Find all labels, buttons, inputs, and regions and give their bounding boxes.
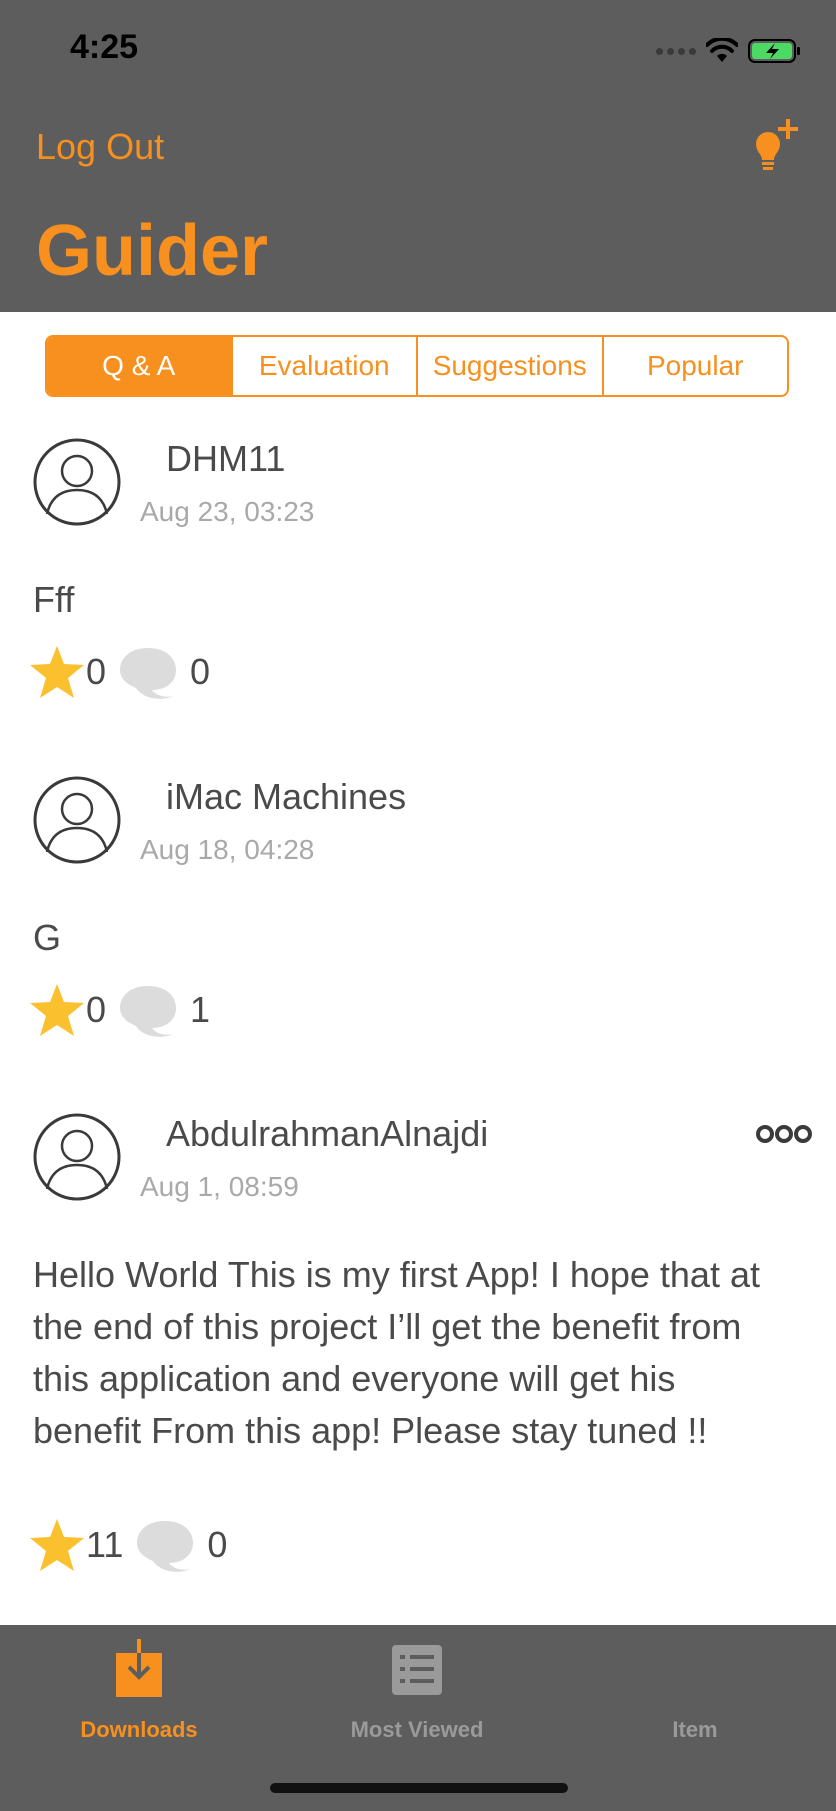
comment-icon[interactable] [116,982,180,1038]
star-count: 0 [86,989,107,1030]
segment-suggestions[interactable]: Suggestions [418,337,604,395]
avatar-icon[interactable] [33,1113,121,1201]
post-text: G [33,917,62,958]
add-idea-icon[interactable] [742,116,802,176]
tab-downloads[interactable]: Downloads [0,1625,278,1745]
download-icon [116,1639,162,1697]
segment-evaluation[interactable]: Evaluation [233,337,418,395]
more-options-icon[interactable] [756,1123,812,1145]
post-card[interactable]: iMac Machines Aug 18, 04:28 G 0 1 [0,776,836,1056]
comment-count: 0 [207,1524,228,1565]
tab-most-viewed[interactable]: Most Viewed [278,1625,556,1745]
list-icon [392,1645,442,1695]
avatar-icon[interactable] [33,776,121,864]
post-text: Hello World This is my first App! I hope… [33,1254,760,1451]
star-icon[interactable] [28,982,86,1038]
wifi-icon [706,38,738,62]
tab-downloads-label: Downloads [80,1717,198,1742]
post-card[interactable]: DHM11 Aug 23, 03:23 Fff 0 0 [0,438,836,718]
post-card[interactable]: AbdulrahmanAlnajdi Aug 1, 08:59 Hello Wo… [0,1113,836,1583]
star-icon[interactable] [28,644,86,700]
post-stats: 0 0 [28,642,210,702]
star-count: 0 [86,651,107,692]
post-text: Fff [33,579,75,620]
star-count: 11 [86,1524,124,1565]
home-indicator [270,1783,568,1793]
post-username[interactable]: AbdulrahmanAlnajdi [166,1113,488,1155]
post-username[interactable]: iMac Machines [166,776,406,818]
comment-icon[interactable] [133,1517,197,1573]
tab-most-viewed-label: Most Viewed [350,1717,484,1742]
post-date: Aug 23, 03:23 [140,496,315,527]
star-icon[interactable] [28,1517,86,1573]
segment-popular[interactable]: Popular [604,337,788,395]
status-time: 4:25 [70,28,139,66]
post-username[interactable]: DHM11 [166,438,285,480]
comment-count: 0 [190,651,211,692]
tab-item[interactable]: Item [556,1625,834,1745]
avatar-icon[interactable] [33,438,121,526]
post-stats: 11 0 [28,1515,227,1575]
tab-item-label: Item [672,1717,718,1742]
post-date: Aug 1, 08:59 [140,1171,299,1202]
navigation-header: 4:25 Log Out Guider [0,0,836,312]
comment-count: 1 [190,989,211,1030]
signal-icon [656,47,696,55]
page-title: Guider [36,211,269,291]
log-out-button[interactable]: Log Out [36,126,164,168]
comment-icon[interactable] [116,644,180,700]
post-date: Aug 18, 04:28 [140,834,315,865]
segment-q-and-a[interactable]: Q & A [47,337,233,395]
segmented-control: Q & A Evaluation Suggestions Popular [45,335,789,397]
battery-icon [748,39,800,63]
post-stats: 0 1 [28,980,210,1040]
status-icons [656,36,802,66]
